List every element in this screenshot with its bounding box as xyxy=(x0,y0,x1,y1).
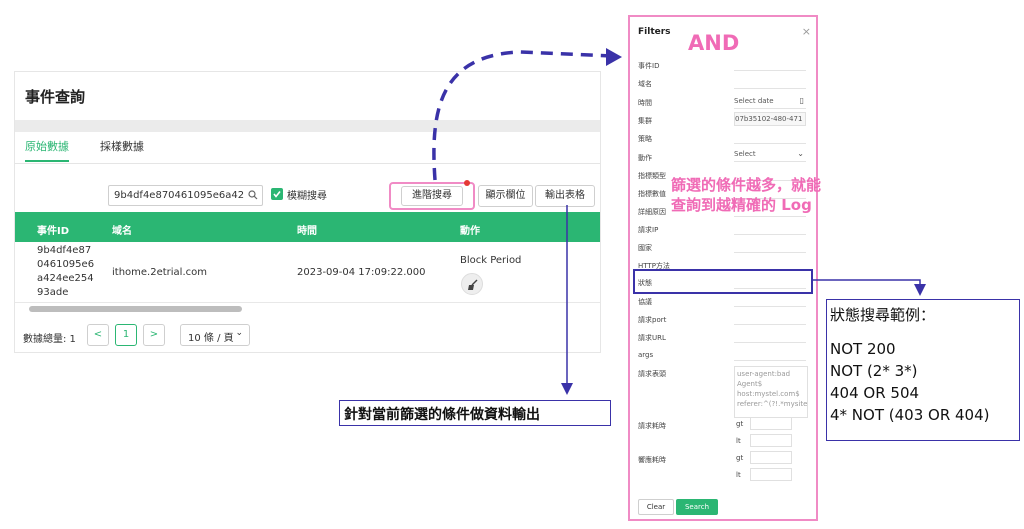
status-arrow xyxy=(812,279,926,296)
annotation-arrows xyxy=(432,48,926,395)
dashed-arrow-head xyxy=(606,48,622,66)
dashed-arrow xyxy=(432,50,613,181)
